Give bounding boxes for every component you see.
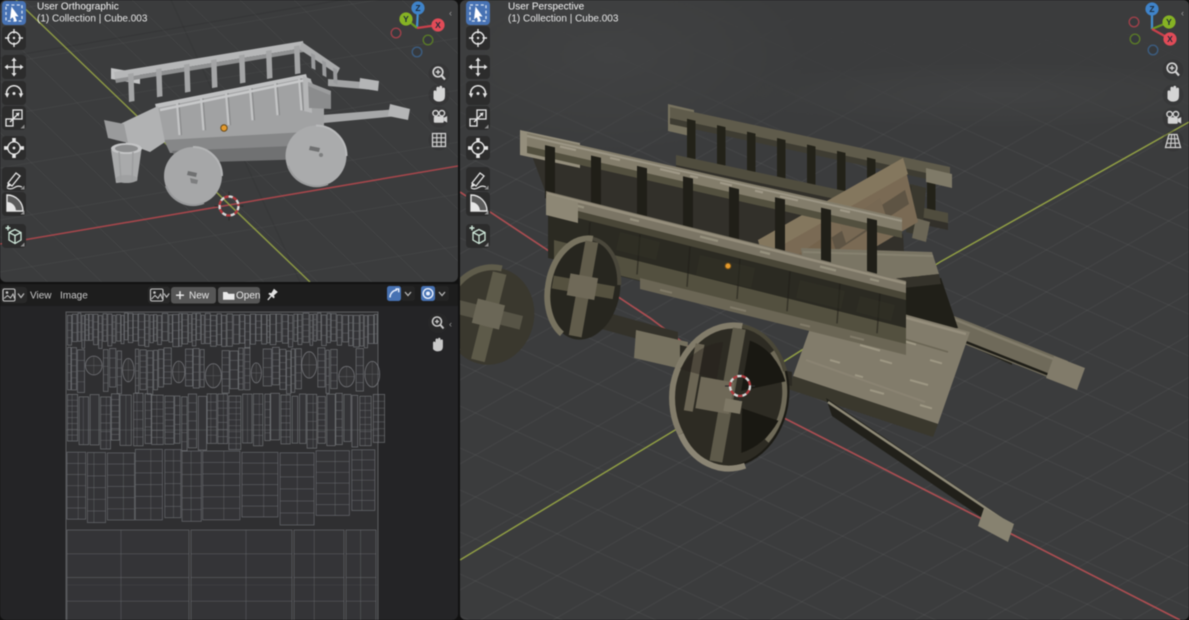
svg-text:Y: Y — [403, 14, 409, 24]
svg-text:X: X — [1167, 34, 1173, 44]
svg-text:(1) Collection | Cube.003: (1) Collection | Cube.003 — [37, 14, 148, 25]
svg-text:Y: Y — [1166, 17, 1172, 27]
svg-text:(1) Collection | Cube.003: (1) Collection | Cube.003 — [508, 14, 619, 25]
svg-text:Image: Image — [60, 291, 88, 302]
svg-text:‹: ‹ — [449, 319, 452, 329]
svg-text:‹: ‹ — [1181, 8, 1184, 18]
svg-text:View: View — [30, 291, 52, 302]
svg-text:User Perspective: User Perspective — [508, 2, 585, 13]
svg-text:Z: Z — [1149, 4, 1154, 14]
svg-text:New: New — [189, 291, 210, 302]
svg-text:‹: ‹ — [449, 8, 452, 18]
svg-text:Open: Open — [236, 291, 260, 302]
svg-text:User Orthographic: User Orthographic — [37, 2, 119, 13]
svg-text:Z: Z — [415, 3, 420, 13]
svg-text:X: X — [435, 20, 441, 30]
